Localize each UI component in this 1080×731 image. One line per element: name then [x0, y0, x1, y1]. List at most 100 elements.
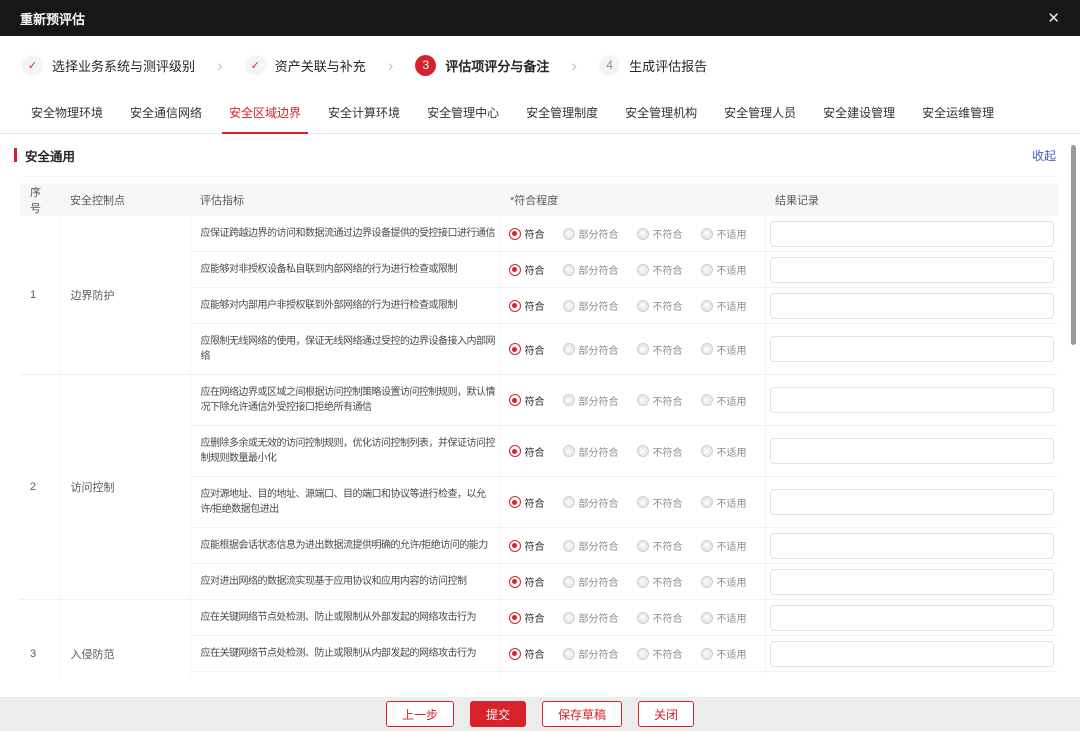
result-input[interactable]: [770, 569, 1054, 595]
result-input[interactable]: [770, 489, 1054, 515]
radio-icon[interactable]: [563, 264, 575, 276]
radio-icon[interactable]: [637, 394, 649, 406]
radio-option[interactable]: 不符合: [637, 646, 683, 661]
radio-icon[interactable]: [563, 540, 575, 552]
stepper-step-1[interactable]: ✓选择业务系统与测评级别: [22, 55, 195, 76]
radio-option[interactable]: 符合: [509, 646, 545, 661]
stepper-step-4[interactable]: 4生成评估报告: [599, 55, 707, 76]
radio-selected-icon[interactable]: [509, 648, 521, 660]
radio-option[interactable]: 部分符合: [563, 538, 619, 553]
radio-option[interactable]: 不适用: [701, 574, 747, 589]
radio-icon[interactable]: [637, 445, 649, 457]
tab-2[interactable]: 安全通信网络: [123, 94, 209, 134]
radio-option[interactable]: 不适用: [701, 495, 747, 510]
radio-selected-icon[interactable]: [509, 228, 521, 240]
stepper-step-3[interactable]: 3评估项评分与备注: [415, 55, 549, 76]
tab-9[interactable]: 安全建设管理: [816, 94, 902, 134]
radio-option[interactable]: 部分符合: [563, 646, 619, 661]
radio-option[interactable]: 部分符合: [563, 610, 619, 625]
radio-option[interactable]: 不符合: [637, 226, 683, 241]
radio-option[interactable]: 不适用: [701, 342, 747, 357]
radio-icon[interactable]: [563, 228, 575, 240]
footer-button-1[interactable]: 上一步: [386, 701, 454, 727]
radio-icon[interactable]: [563, 648, 575, 660]
radio-selected-icon[interactable]: [509, 540, 521, 552]
radio-icon[interactable]: [701, 496, 713, 508]
radio-option[interactable]: 符合: [509, 495, 545, 510]
radio-option[interactable]: 不符合: [637, 298, 683, 313]
radio-option[interactable]: 符合: [509, 574, 545, 589]
radio-option[interactable]: 符合: [509, 226, 545, 241]
tab-4[interactable]: 安全计算环境: [321, 94, 407, 134]
result-input[interactable]: [770, 605, 1054, 631]
radio-icon[interactable]: [637, 300, 649, 312]
result-input[interactable]: [770, 533, 1054, 559]
radio-icon[interactable]: [563, 394, 575, 406]
radio-icon[interactable]: [637, 264, 649, 276]
radio-option[interactable]: 部分符合: [563, 495, 619, 510]
tab-10[interactable]: 安全运维管理: [915, 94, 1001, 134]
tab-8[interactable]: 安全管理人员: [717, 94, 803, 134]
tab-5[interactable]: 安全管理中心: [420, 94, 506, 134]
radio-option[interactable]: 部分符合: [563, 444, 619, 459]
radio-icon[interactable]: [701, 343, 713, 355]
radio-option[interactable]: 符合: [509, 342, 545, 357]
radio-icon[interactable]: [563, 343, 575, 355]
radio-option[interactable]: 符合: [509, 538, 545, 553]
radio-option[interactable]: 符合: [509, 298, 545, 313]
tab-3[interactable]: 安全区域边界: [222, 94, 308, 134]
radio-icon[interactable]: [563, 496, 575, 508]
radio-icon[interactable]: [563, 576, 575, 588]
radio-option[interactable]: 不符合: [637, 262, 683, 277]
result-input[interactable]: [770, 387, 1054, 413]
radio-option[interactable]: 不符合: [637, 444, 683, 459]
radio-icon[interactable]: [637, 343, 649, 355]
radio-icon[interactable]: [701, 394, 713, 406]
radio-icon[interactable]: [701, 612, 713, 624]
radio-option[interactable]: 不适用: [701, 610, 747, 625]
radio-icon[interactable]: [701, 648, 713, 660]
radio-icon[interactable]: [701, 540, 713, 552]
radio-option[interactable]: 符合: [509, 444, 545, 459]
radio-icon[interactable]: [563, 445, 575, 457]
radio-selected-icon[interactable]: [509, 343, 521, 355]
radio-selected-icon[interactable]: [509, 612, 521, 624]
radio-icon[interactable]: [637, 612, 649, 624]
vertical-scrollbar[interactable]: [1071, 145, 1076, 345]
result-input[interactable]: [770, 257, 1054, 283]
result-input[interactable]: [770, 336, 1054, 362]
radio-option[interactable]: 符合: [509, 610, 545, 625]
tab-1[interactable]: 安全物理环境: [24, 94, 110, 134]
tab-6[interactable]: 安全管理制度: [519, 94, 605, 134]
footer-button-4[interactable]: 关闭: [638, 701, 694, 727]
radio-option[interactable]: 不适用: [701, 262, 747, 277]
tab-7[interactable]: 安全管理机构: [618, 94, 704, 134]
stepper-step-2[interactable]: ✓资产关联与补充: [245, 55, 366, 76]
radio-option[interactable]: 部分符合: [563, 342, 619, 357]
radio-icon[interactable]: [637, 576, 649, 588]
radio-option[interactable]: 部分符合: [563, 574, 619, 589]
footer-button-3[interactable]: 保存草稿: [542, 701, 622, 727]
radio-option[interactable]: 不符合: [637, 342, 683, 357]
footer-button-2[interactable]: 提交: [470, 701, 526, 727]
radio-selected-icon[interactable]: [509, 576, 521, 588]
radio-option[interactable]: 部分符合: [563, 262, 619, 277]
result-input[interactable]: [770, 438, 1054, 464]
radio-option[interactable]: 部分符合: [563, 226, 619, 241]
radio-option[interactable]: 不适用: [701, 226, 747, 241]
radio-selected-icon[interactable]: [509, 445, 521, 457]
radio-option[interactable]: 不符合: [637, 393, 683, 408]
radio-icon[interactable]: [701, 264, 713, 276]
radio-option[interactable]: 符合: [509, 262, 545, 277]
radio-icon[interactable]: [563, 300, 575, 312]
radio-icon[interactable]: [563, 612, 575, 624]
radio-option[interactable]: 部分符合: [563, 298, 619, 313]
radio-icon[interactable]: [701, 300, 713, 312]
radio-option[interactable]: 不适用: [701, 646, 747, 661]
result-input[interactable]: [770, 641, 1054, 667]
radio-option[interactable]: 符合: [509, 393, 545, 408]
radio-selected-icon[interactable]: [509, 300, 521, 312]
radio-option[interactable]: 不适用: [701, 393, 747, 408]
radio-option[interactable]: 不符合: [637, 610, 683, 625]
radio-icon[interactable]: [701, 445, 713, 457]
